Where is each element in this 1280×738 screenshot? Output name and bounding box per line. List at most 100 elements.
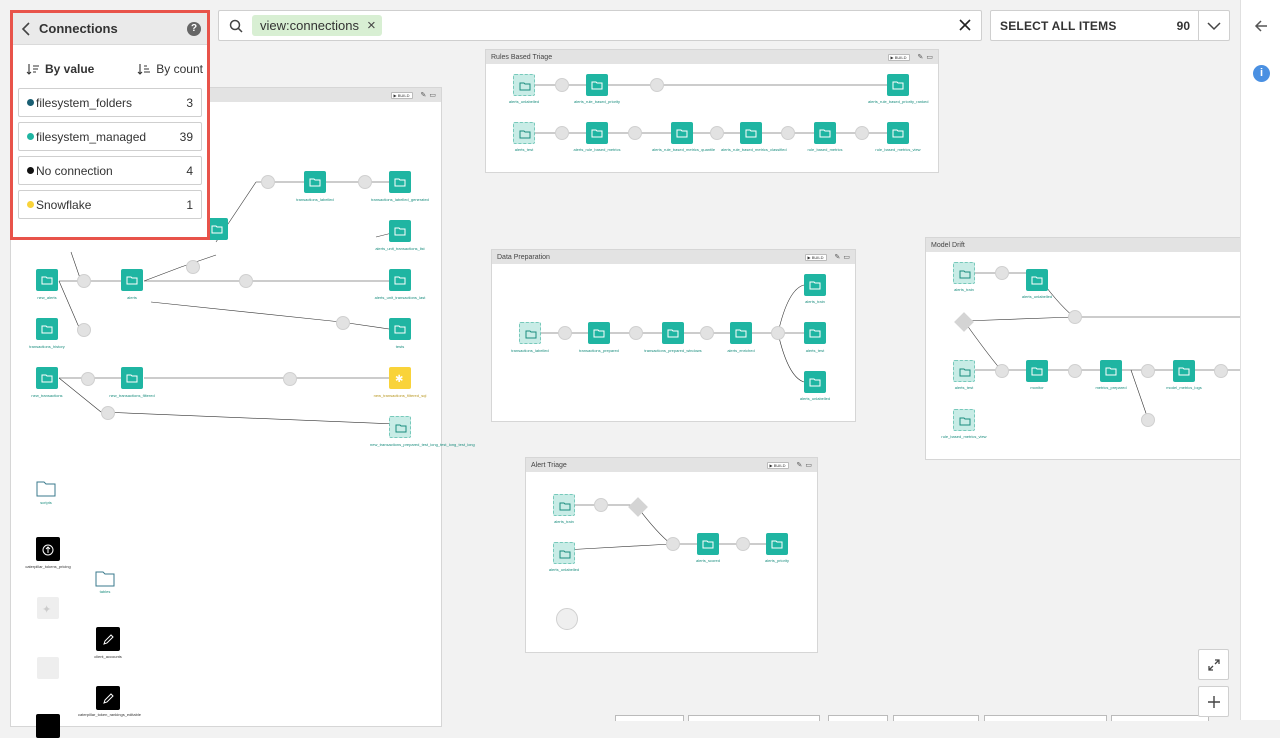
- edit-icon[interactable]: ✎: [918, 54, 924, 61]
- recipe-node[interactable]: [629, 326, 643, 340]
- remove-chip-icon[interactable]: ×: [367, 17, 376, 34]
- recipe-node[interactable]: [101, 406, 115, 420]
- recipe-node[interactable]: [1141, 364, 1155, 378]
- connection-item[interactable]: Snowflake 1: [18, 190, 202, 219]
- back-chevron-icon[interactable]: [21, 21, 31, 36]
- recipe-node[interactable]: [555, 78, 569, 92]
- dataset-node[interactable]: [804, 322, 826, 344]
- strip-item[interactable]: [828, 715, 888, 721]
- dataset-node[interactable]: [766, 533, 788, 555]
- zoom-in-button[interactable]: [1198, 686, 1229, 717]
- dataset-node[interactable]: [36, 318, 58, 340]
- dataset-node[interactable]: [513, 122, 535, 144]
- strip-item[interactable]: [893, 715, 979, 721]
- folder-node[interactable]: [94, 568, 116, 588]
- search-bar[interactable]: view:connections ×: [218, 10, 982, 41]
- zone-model-drift[interactable]: Model Drift alerts_train alerts_unlabell…: [925, 237, 1241, 460]
- dataset-node[interactable]: [887, 74, 909, 96]
- dataset-node[interactable]: [730, 322, 752, 344]
- edit-icon[interactable]: ✎: [421, 92, 427, 99]
- recipe-node[interactable]: [186, 260, 200, 274]
- black-node[interactable]: [96, 627, 120, 651]
- zone-alert-triage[interactable]: Alert Triage ▶ BUILD ✎ ▭ alerts_train al…: [525, 457, 818, 653]
- dataset-node[interactable]: [389, 171, 411, 193]
- recipe-node[interactable]: [666, 537, 680, 551]
- recipe-node[interactable]: [239, 274, 253, 288]
- dataset-node[interactable]: [740, 122, 762, 144]
- recipe-node[interactable]: [1068, 364, 1082, 378]
- zone-rules-build-button[interactable]: ▶ BUILD: [887, 53, 910, 61]
- dataset-node[interactable]: [804, 274, 826, 296]
- connection-item[interactable]: filesystem_folders 3: [18, 88, 202, 117]
- select-all-button[interactable]: SELECT ALL ITEMS 90: [990, 10, 1230, 41]
- dataset-node[interactable]: [553, 494, 575, 516]
- dataset-node[interactable]: [36, 269, 58, 291]
- collapse-icon[interactable]: ▭: [843, 254, 850, 261]
- help-icon[interactable]: ?: [187, 21, 201, 36]
- edit-icon[interactable]: ✎: [797, 462, 803, 469]
- collapse-icon[interactable]: ▭: [926, 54, 933, 61]
- dataset-node[interactable]: [662, 322, 684, 344]
- dataset-node[interactable]: [304, 171, 326, 193]
- recipe-node[interactable]: [77, 323, 91, 337]
- recipe-node[interactable]: [77, 274, 91, 288]
- recipe-node[interactable]: [628, 126, 642, 140]
- dataset-node[interactable]: [953, 360, 975, 382]
- dataset-node[interactable]: [1173, 360, 1195, 382]
- dataset-node[interactable]: [887, 122, 909, 144]
- recipe-node[interactable]: [855, 126, 869, 140]
- sort-by-value[interactable]: By value: [26, 59, 94, 79]
- strip-item[interactable]: [1111, 715, 1209, 721]
- dataset-node[interactable]: [513, 74, 535, 96]
- info-icon[interactable]: i: [1253, 65, 1270, 82]
- connection-item[interactable]: filesystem_managed 39: [18, 122, 202, 151]
- dataset-node[interactable]: [553, 542, 575, 564]
- recipe-node[interactable]: [555, 126, 569, 140]
- folder-node[interactable]: [35, 478, 57, 498]
- dataset-node[interactable]: [1100, 360, 1122, 382]
- recipe-node[interactable]: [283, 372, 297, 386]
- recipe-node[interactable]: [1214, 364, 1228, 378]
- recipe-node[interactable]: [781, 126, 795, 140]
- sort-by-count[interactable]: By count: [137, 59, 203, 79]
- recipe-node[interactable]: [995, 364, 1009, 378]
- dataset-node[interactable]: [671, 122, 693, 144]
- zone-rules-based-triage[interactable]: Rules Based Triage ▶ BUILD ✎ ▭ alerts_un…: [485, 49, 939, 173]
- dataset-node[interactable]: [121, 367, 143, 389]
- zone-alert-build-button[interactable]: ▶ BUILD: [766, 461, 789, 469]
- zone-main-build-button[interactable]: ▶ BUILD: [390, 91, 413, 99]
- recipe-node[interactable]: [995, 266, 1009, 280]
- select-dropdown-toggle[interactable]: [1198, 11, 1229, 40]
- dataset-node[interactable]: [697, 533, 719, 555]
- collapse-icon[interactable]: ▭: [429, 92, 436, 99]
- faint-node[interactable]: ✦: [37, 597, 59, 619]
- recipe-node[interactable]: [650, 78, 664, 92]
- black-node[interactable]: [36, 537, 60, 561]
- recipe-node[interactable]: [261, 175, 275, 189]
- collapse-icon[interactable]: ▭: [805, 462, 812, 469]
- dataset-node[interactable]: [1026, 360, 1048, 382]
- recipe-node[interactable]: [1068, 310, 1082, 324]
- dataset-node[interactable]: [586, 74, 608, 96]
- strip-item[interactable]: [688, 715, 820, 721]
- recipe-node[interactable]: [336, 316, 350, 330]
- search-filter-chip[interactable]: view:connections ×: [252, 15, 382, 36]
- dataset-node[interactable]: [36, 367, 58, 389]
- recipe-node[interactable]: [558, 326, 572, 340]
- edit-icon[interactable]: ✎: [835, 254, 841, 261]
- fit-to-screen-button[interactable]: [1198, 649, 1229, 680]
- recipe-node[interactable]: [700, 326, 714, 340]
- recipe-node[interactable]: [736, 537, 750, 551]
- zone-prep-build-button[interactable]: ▶ BUILD: [804, 253, 827, 261]
- dataset-node[interactable]: [588, 322, 610, 344]
- recipe-node[interactable]: [358, 175, 372, 189]
- dataset-node[interactable]: [814, 122, 836, 144]
- recipe-node[interactable]: [1141, 413, 1155, 427]
- dataset-node[interactable]: [389, 269, 411, 291]
- zone-data-preparation[interactable]: Data Preparation ▶ BUILD ✎ ▭ transaction…: [491, 249, 856, 422]
- dataset-node[interactable]: [953, 262, 975, 284]
- dataset-node[interactable]: [121, 269, 143, 291]
- dataset-node[interactable]: [586, 122, 608, 144]
- recipe-node[interactable]: [81, 372, 95, 386]
- arrow-left-icon[interactable]: [1254, 19, 1268, 33]
